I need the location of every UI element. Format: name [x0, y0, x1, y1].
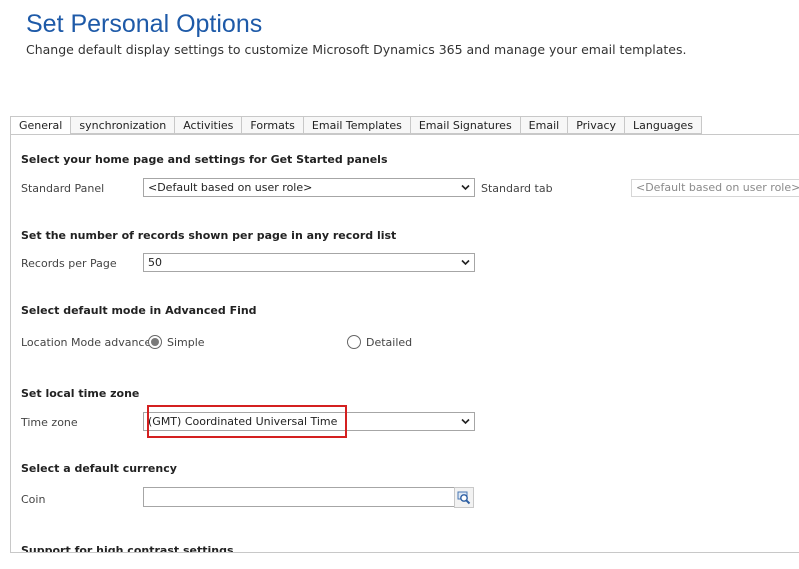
home-section-title: Select your home page and settings for G… — [21, 153, 388, 166]
standard-panel-label: Standard Panel — [21, 182, 105, 195]
detailed-radio-label: Detailed — [366, 336, 413, 349]
timezone-section-title: Set local time zone — [21, 387, 140, 400]
coin-label: Coin — [21, 493, 46, 506]
page-subtitle: Change default display settings to custo… — [26, 42, 687, 57]
lookup-magnifier-icon — [457, 491, 471, 505]
coin-input[interactable] — [143, 487, 455, 507]
simple-radio[interactable] — [148, 335, 162, 349]
coin-lookup — [143, 487, 475, 508]
tab-bar: General synchronization Activities Forma… — [10, 116, 703, 135]
standard-tab-select[interactable]: <Default based on user role> — [631, 179, 799, 197]
tab-email[interactable]: Email — [520, 116, 569, 134]
tab-synchronization[interactable]: synchronization — [71, 116, 176, 134]
contrast-section-title: Support for high contrast settings — [21, 544, 234, 553]
tab-formats[interactable]: Formats — [242, 116, 304, 134]
lookup-button[interactable] — [454, 487, 474, 508]
detailed-radio[interactable] — [347, 335, 361, 349]
records-per-page-label: Records per Page — [21, 257, 117, 270]
records-section-title: Set the number of records shown per page… — [21, 229, 397, 242]
standard-tab-value: <Default based on user role> — [636, 181, 799, 194]
standard-tab-label: Standard tab — [481, 182, 553, 195]
standard-panel-select[interactable]: <Default based on user role> — [143, 178, 475, 197]
records-per-page-value: 50 — [148, 256, 162, 269]
tab-privacy[interactable]: Privacy — [568, 116, 626, 134]
tab-activities[interactable]: Activities — [175, 116, 243, 134]
general-tab-panel: Select your home page and settings for G… — [10, 134, 799, 553]
simple-radio-label: Simple — [167, 336, 205, 349]
chevron-down-icon — [461, 259, 470, 266]
advanced-find-section-title: Select default mode in Advanced Find — [21, 304, 257, 317]
timezone-select[interactable]: (GMT) Coordinated Universal Time — [143, 412, 475, 431]
tab-email-templates[interactable]: Email Templates — [303, 116, 411, 134]
tab-general[interactable]: General — [10, 116, 72, 135]
timezone-value: (GMT) Coordinated Universal Time — [148, 415, 338, 428]
chevron-down-icon — [461, 418, 470, 425]
page-title: Set Personal Options — [26, 10, 263, 38]
records-per-page-select[interactable]: 50 — [143, 253, 475, 272]
tab-languages[interactable]: Languages — [625, 116, 703, 134]
standard-panel-value: <Default based on user role> — [148, 181, 313, 194]
currency-section-title: Select a default currency — [21, 462, 177, 475]
timezone-label: Time zone — [21, 416, 78, 429]
tab-email-signatures[interactable]: Email Signatures — [410, 116, 521, 134]
location-mode-label: Location Mode advance — [21, 336, 152, 349]
chevron-down-icon — [461, 184, 470, 191]
